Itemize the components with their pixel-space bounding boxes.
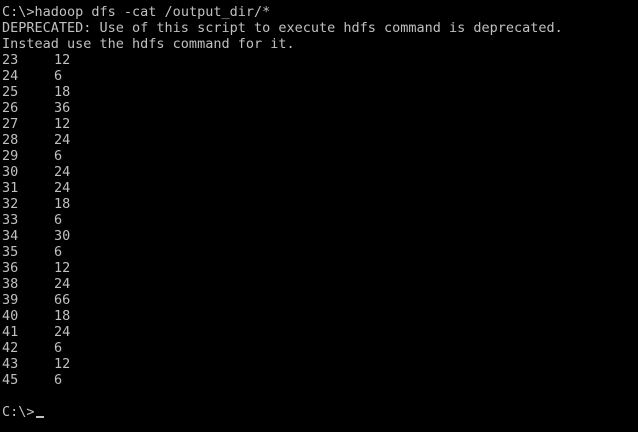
output-value: 36 [54,100,71,116]
output-value: 12 [54,260,71,276]
output-key: 42 [2,340,19,356]
prompt: C:\> [2,4,35,20]
output-value: 18 [54,308,71,324]
output-key: 38 [2,276,19,292]
command-text: hadoop dfs -cat /output_dir/* [34,4,271,20]
output-key: 27 [2,116,19,132]
deprecation-hint: Instead use the hdfs command for it. [2,36,295,52]
final-prompt: C:\> [2,404,35,420]
output-row: 35 6 [2,244,638,260]
final-prompt-line[interactable]: C:\> [2,404,638,420]
output-value: 24 [54,324,71,340]
output-row: 38 24 [2,276,638,292]
output-row: 40 18 [2,308,638,324]
command-line: C:\>hadoop dfs -cat /output_dir/* [2,4,638,20]
output-row: 32 18 [2,196,638,212]
output-value: 6 [54,372,63,388]
output-row: 34 30 [2,228,638,244]
output-value: 6 [54,68,63,84]
output-key: 41 [2,324,19,340]
output-key: 40 [2,308,19,324]
output-row: 36 12 [2,260,638,276]
output-value: 18 [54,84,71,100]
output-key: 34 [2,228,19,244]
output-value: 6 [54,212,63,228]
output-row: 39 66 [2,292,638,308]
output-key: 31 [2,180,19,196]
output-value: 12 [54,116,71,132]
output-key: 35 [2,244,19,260]
output-value: 24 [54,180,71,196]
output-value: 6 [54,148,63,164]
deprecation-warning: DEPRECATED: Use of this script to execut… [2,20,563,36]
output-row: 24 6 [2,68,638,84]
output-row: 43 12 [2,356,638,372]
output-value: 66 [54,292,71,308]
output-row: 45 6 [2,372,638,388]
console-window[interactable]: C:\>hadoop dfs -cat /output_dir/* DEPREC… [0,0,638,432]
output-key: 23 [2,52,19,68]
output-key: 33 [2,212,19,228]
output-row: 26 36 [2,100,638,116]
output-value: 24 [54,132,71,148]
output-value: 24 [54,276,71,292]
output-row: 30 24 [2,164,638,180]
output-row: 31 24 [2,180,638,196]
output-key: 43 [2,356,19,372]
output-row: 23 12 [2,52,638,68]
output-key: 45 [2,372,19,388]
output-key: 29 [2,148,19,164]
output-value: 12 [54,356,71,372]
output-value: 12 [54,52,71,68]
output-value: 24 [54,164,71,180]
output-value: 18 [54,196,71,212]
output-key: 26 [2,100,19,116]
output-value: 6 [54,340,63,356]
output-row: 41 24 [2,324,638,340]
output-key: 36 [2,260,19,276]
output-row: 33 6 [2,212,638,228]
output-key: 39 [2,292,19,308]
output-key: 32 [2,196,19,212]
output-row: 28 24 [2,132,638,148]
text-cursor [35,416,44,418]
output-key: 25 [2,84,19,100]
output-key: 30 [2,164,19,180]
output-row: 25 18 [2,84,638,100]
output-list: 23 12 24 6 25 18 26 36 27 12 28 24 29 6 30 24 31 24 32 18 33… [2,52,638,388]
output-row: 27 12 [2,116,638,132]
output-value: 30 [54,228,71,244]
output-row: 42 6 [2,340,638,356]
output-key: 24 [2,68,19,84]
output-value: 6 [54,244,63,260]
output-key: 28 [2,132,19,148]
output-row: 29 6 [2,148,638,164]
